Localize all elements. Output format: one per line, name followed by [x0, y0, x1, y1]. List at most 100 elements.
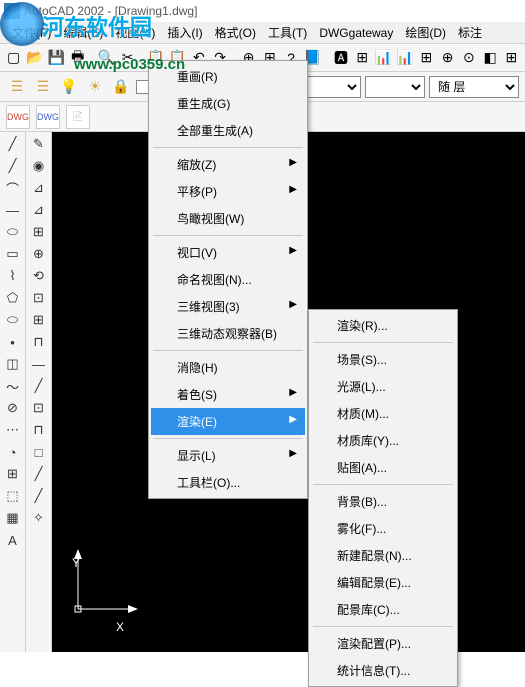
- sun-icon[interactable]: ☀: [84, 76, 106, 98]
- render-menu-item-3[interactable]: 光源(L)...: [311, 373, 455, 400]
- draw-btn-11[interactable]: ～: [2, 376, 24, 396]
- toolbar-btn-22[interactable]: ⊞: [502, 47, 521, 69]
- draw-btn-15[interactable]: ⊞: [2, 464, 24, 484]
- menu-0[interactable]: 文件(F): [6, 21, 57, 44]
- toolbar-btn-18[interactable]: ⊞: [417, 47, 436, 69]
- render-menu-item-10[interactable]: 新建配景(N)...: [311, 542, 455, 569]
- view-menu-item-17[interactable]: 显示(L)▶: [151, 442, 305, 469]
- toolbar-btn-17[interactable]: 📊: [395, 47, 414, 69]
- modify-btn-10[interactable]: —: [28, 354, 50, 374]
- toolbar-btn-19[interactable]: ⊕: [438, 47, 457, 69]
- draw-btn-12[interactable]: ⊘: [2, 398, 24, 418]
- menu-8[interactable]: 标注: [452, 21, 488, 44]
- draw-btn-7[interactable]: ⬠: [2, 288, 24, 308]
- view-menu-item-2[interactable]: 全部重生成(A): [151, 117, 305, 144]
- modify-btn-6[interactable]: ⟲: [28, 266, 50, 286]
- menu-7[interactable]: 绘图(D): [399, 21, 452, 44]
- modify-btn-11[interactable]: ╱: [28, 376, 50, 396]
- render-menu-item-0[interactable]: 渲染(R)...: [311, 312, 455, 339]
- view-menu-item-6[interactable]: 鸟瞰视图(W): [151, 205, 305, 232]
- toolbar-btn-14[interactable]: 🅰: [331, 47, 350, 69]
- menu-5[interactable]: 工具(T): [262, 21, 313, 44]
- view-menu-item-14[interactable]: 着色(S)▶: [151, 381, 305, 408]
- render-menu-item-8[interactable]: 背景(B)...: [311, 488, 455, 515]
- menu-2[interactable]: 视图(V): [109, 21, 161, 44]
- draw-btn-16[interactable]: ⬚: [2, 486, 24, 506]
- view-menu-sep-7: [153, 235, 303, 236]
- render-menu-item-14[interactable]: 渲染配置(P)...: [311, 630, 455, 657]
- menu-1[interactable]: 编辑(E): [57, 21, 109, 44]
- modify-btn-2[interactable]: ⊿: [28, 178, 50, 198]
- dwg-button-1[interactable]: DWG: [6, 105, 30, 129]
- color-dropdown[interactable]: [365, 76, 425, 98]
- menu-6[interactable]: DWGgateway: [313, 23, 399, 43]
- render-menu-item-12[interactable]: 配景库(C)...: [311, 596, 455, 623]
- toolbar-btn-5[interactable]: ✂: [118, 47, 137, 69]
- menu-3[interactable]: 插入(I): [161, 21, 208, 44]
- view-menu-item-1[interactable]: 重生成(G): [151, 90, 305, 117]
- render-menu-item-6[interactable]: 贴图(A)...: [311, 454, 455, 481]
- toolbar-btn-1[interactable]: 📂: [25, 47, 44, 69]
- draw-btn-9[interactable]: •: [2, 332, 24, 352]
- modify-btn-0[interactable]: ✎: [28, 134, 50, 154]
- draw-btn-3[interactable]: ―: [2, 200, 24, 220]
- modify-btn-14[interactable]: □: [28, 442, 50, 462]
- draw-btn-13[interactable]: ⋯: [2, 420, 24, 440]
- render-menu-item-5[interactable]: 材质库(Y)...: [311, 427, 455, 454]
- layer-icon[interactable]: ☰: [32, 76, 54, 98]
- draw-btn-1[interactable]: ╱: [2, 156, 24, 176]
- toolbar-btn-16[interactable]: 📊: [374, 47, 393, 69]
- modify-btn-17[interactable]: ✧: [28, 508, 50, 528]
- draw-btn-8[interactable]: ⬭: [2, 310, 24, 330]
- draw-btn-0[interactable]: ╱: [2, 134, 24, 154]
- view-menu-item-10[interactable]: 三维视图(3)▶: [151, 293, 305, 320]
- view-menu-item-4[interactable]: 缩放(Z)▶: [151, 151, 305, 178]
- render-menu-item-2[interactable]: 场景(S)...: [311, 346, 455, 373]
- view-menu-item-15[interactable]: 渲染(E)▶: [151, 408, 305, 435]
- toolbar-btn-20[interactable]: ⊙: [459, 47, 478, 69]
- toolbar-btn-21[interactable]: ◧: [480, 47, 499, 69]
- draw-btn-17[interactable]: ▦: [2, 508, 24, 528]
- toolbar-btn-0[interactable]: ▢: [4, 47, 23, 69]
- linetype-dropdown[interactable]: 随 层: [429, 76, 519, 98]
- toolbar-btn-4[interactable]: 🔍: [97, 47, 116, 69]
- view-menu-item-18[interactable]: 工具栏(O)...: [151, 469, 305, 496]
- modify-btn-15[interactable]: ╱: [28, 464, 50, 484]
- dwg-button-2[interactable]: DWG: [36, 105, 60, 129]
- modify-btn-8[interactable]: ⊞: [28, 310, 50, 330]
- modify-btn-9[interactable]: ⊓: [28, 332, 50, 352]
- view-menu-item-9[interactable]: 命名视图(N)...: [151, 266, 305, 293]
- draw-btn-10[interactable]: ◫: [2, 354, 24, 374]
- render-menu-item-15[interactable]: 统计信息(T)...: [311, 657, 455, 684]
- toolbar-btn-3[interactable]: 🖶: [68, 47, 87, 69]
- render-menu-item-9[interactable]: 雾化(F)...: [311, 515, 455, 542]
- draw-btn-6[interactable]: ⌇: [2, 266, 24, 286]
- bulb-icon[interactable]: 💡: [58, 76, 80, 98]
- dwg-doc-icon[interactable]: 📄: [66, 105, 90, 129]
- render-menu-item-11[interactable]: 编辑配景(E)...: [311, 569, 455, 596]
- menu-4[interactable]: 格式(O): [209, 21, 262, 44]
- layer-manager-icon[interactable]: ☰: [6, 76, 28, 98]
- modify-btn-1[interactable]: ◉: [28, 156, 50, 176]
- modify-btn-16[interactable]: ╱: [28, 486, 50, 506]
- view-menu-item-13[interactable]: 消隐(H): [151, 354, 305, 381]
- view-menu-item-11[interactable]: 三维动态观察器(B): [151, 320, 305, 347]
- modify-btn-4[interactable]: ⊞: [28, 222, 50, 242]
- draw-btn-18[interactable]: A: [2, 530, 24, 550]
- toolbar-btn-15[interactable]: ⊞: [353, 47, 372, 69]
- view-menu-item-0[interactable]: 重画(R): [151, 63, 305, 90]
- draw-btn-5[interactable]: ▭: [2, 244, 24, 264]
- draw-btn-4[interactable]: ⬭: [2, 222, 24, 242]
- view-menu-item-5[interactable]: 平移(P)▶: [151, 178, 305, 205]
- draw-btn-14[interactable]: ◔: [2, 442, 24, 462]
- modify-btn-3[interactable]: ⊿: [28, 200, 50, 220]
- render-menu-item-4[interactable]: 材质(M)...: [311, 400, 455, 427]
- modify-btn-7[interactable]: ⊡: [28, 288, 50, 308]
- draw-btn-2[interactable]: ⌒: [2, 178, 24, 198]
- lock-icon[interactable]: 🔒: [110, 76, 132, 98]
- toolbar-btn-2[interactable]: 💾: [47, 47, 66, 69]
- modify-btn-5[interactable]: ⊕: [28, 244, 50, 264]
- view-menu-item-8[interactable]: 视口(V)▶: [151, 239, 305, 266]
- modify-btn-13[interactable]: ⊓: [28, 420, 50, 440]
- modify-btn-12[interactable]: ⊡: [28, 398, 50, 418]
